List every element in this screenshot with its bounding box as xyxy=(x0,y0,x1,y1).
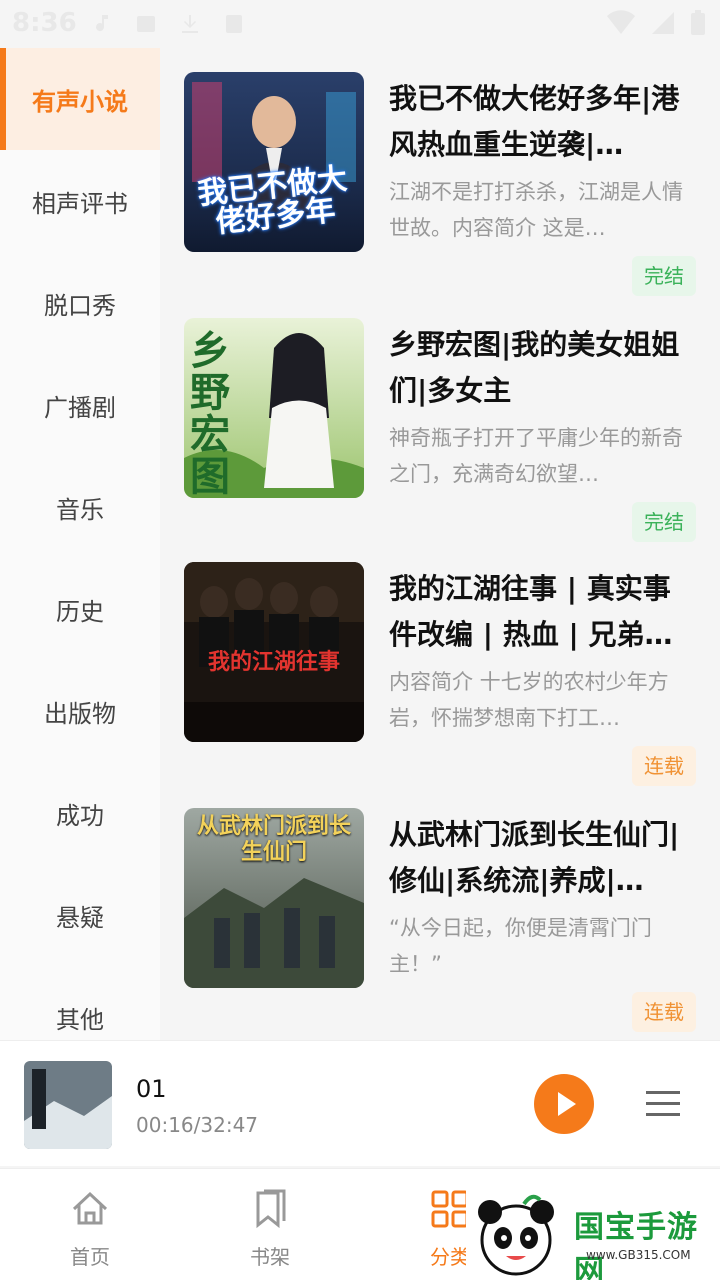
book-title[interactable]: 我的江湖往事 | 真实事件改编 | 热血 | 兄弟… xyxy=(389,566,695,658)
home-icon xyxy=(72,1191,108,1225)
download-icon xyxy=(182,15,198,33)
category-sidebar: 有声小说 相声评书 脱口秀 广播剧 音乐 历史 出版物 成功 悬疑 其他 xyxy=(0,48,160,1040)
book-description: 神奇瓶子打开了平庸少年的新奇之门，充满奇幻欲望… xyxy=(389,426,683,486)
watermark-text: 国宝手游网 xyxy=(574,1210,698,1280)
book-cover[interactable]: 我的江湖往事 xyxy=(184,562,364,742)
nav-bookshelf[interactable]: 书架 xyxy=(225,1183,315,1273)
status-badge: 完结 xyxy=(632,502,696,542)
playlist-button[interactable] xyxy=(644,1089,684,1119)
status-badge: 连载 xyxy=(632,992,696,1032)
sidebar-item-audio-novel[interactable]: 有声小说 xyxy=(0,48,160,150)
sidebar-item-success[interactable]: 成功 xyxy=(0,762,160,864)
play-button[interactable] xyxy=(534,1074,594,1134)
status-time: 8:36 xyxy=(12,8,77,38)
image-icon xyxy=(137,16,155,32)
status-badge: 完结 xyxy=(632,256,696,296)
book-cover[interactable]: 乡野宏图 xyxy=(184,318,364,498)
wifi-icon xyxy=(607,10,635,34)
sidebar-item-publications[interactable]: 出版物 xyxy=(0,660,160,762)
sidebar-item-suspense[interactable]: 悬疑 xyxy=(0,864,160,966)
book-cover[interactable]: 从武林门派到长生仙门 xyxy=(184,808,364,988)
grid-icon xyxy=(431,1190,469,1228)
bookmark-icon xyxy=(256,1189,286,1229)
book-item[interactable]: 乡野宏图 乡野宏图|我的美女姐姐们|多女主 神奇瓶子打开了平庸少年的新奇之门，充… xyxy=(184,318,704,562)
sidebar-item-history[interactable]: 历史 xyxy=(0,558,160,660)
cover-title-text: 我的江湖往事 xyxy=(207,650,340,675)
play-icon xyxy=(558,1092,576,1116)
nav-bookshelf-label: 书架 xyxy=(250,1245,290,1269)
book-item[interactable]: 从武林门派到长生仙门 从武林门派到长生仙门|修仙|系统流|养成|… “从今日起，… xyxy=(184,808,704,1052)
watermark-url: www.GB315.COM xyxy=(586,1248,691,1262)
sidebar-item-music[interactable]: 音乐 xyxy=(0,456,160,558)
sidebar-item-talk-show[interactable]: 脱口秀 xyxy=(0,252,160,354)
battery-icon xyxy=(691,10,705,35)
book-title[interactable]: 乡野宏图|我的美女姐姐们|多女主 xyxy=(389,322,695,414)
player-track-title: 01 xyxy=(136,1075,167,1103)
player-progress-time: 00:16/32:47 xyxy=(136,1113,259,1137)
mini-player[interactable]: 01 00:16/32:47 xyxy=(0,1040,720,1166)
book-title[interactable]: 从武林门派到长生仙门|修仙|系统流|养成|… xyxy=(389,812,695,904)
status-bar: 8:36 xyxy=(0,0,720,48)
cover-title-text: 从武林门派到长生仙门 xyxy=(196,814,351,865)
status-right xyxy=(606,10,706,36)
music-note-icon xyxy=(96,15,108,32)
book-item[interactable]: 我的江湖往事 我的江湖往事 | 真实事件改编 | 热血 | 兄弟… 内容简介 十… xyxy=(184,562,704,806)
watermark: 国宝手游网 www.GB315.COM xyxy=(466,1190,720,1280)
book-description: 江湖不是打打杀杀，江湖是人情世故。内容简介 这是… xyxy=(389,180,683,240)
book-description: “从今日起，你便是清霄门门主！” xyxy=(389,916,652,976)
signal-icon xyxy=(652,12,674,34)
sidebar-item-crosstalk[interactable]: 相声评书 xyxy=(0,150,160,252)
panda-logo-icon xyxy=(478,1194,554,1276)
book-title[interactable]: 我已不做大佬好多年|港风热血重生逆袭|… xyxy=(389,76,695,168)
nav-home-label: 首页 xyxy=(70,1245,110,1269)
nav-home[interactable]: 首页 xyxy=(45,1183,135,1273)
notification-icon xyxy=(226,15,242,33)
status-badge: 连载 xyxy=(632,746,696,786)
player-cover[interactable] xyxy=(24,1061,112,1149)
book-item[interactable]: 我已不做大佬好多年 我已不做大佬好多年|港风热血重生逆袭|… 江湖不是打打杀杀，… xyxy=(184,72,704,316)
sidebar-item-radio-drama[interactable]: 广播剧 xyxy=(0,354,160,456)
book-cover[interactable]: 我已不做大佬好多年 xyxy=(184,72,364,252)
menu-icon xyxy=(646,1091,680,1116)
cover-title-text: 乡野宏图 xyxy=(190,328,230,498)
book-description: 内容简介 十七岁的农村少年方岩，怀揣梦想南下打工… xyxy=(389,670,669,730)
